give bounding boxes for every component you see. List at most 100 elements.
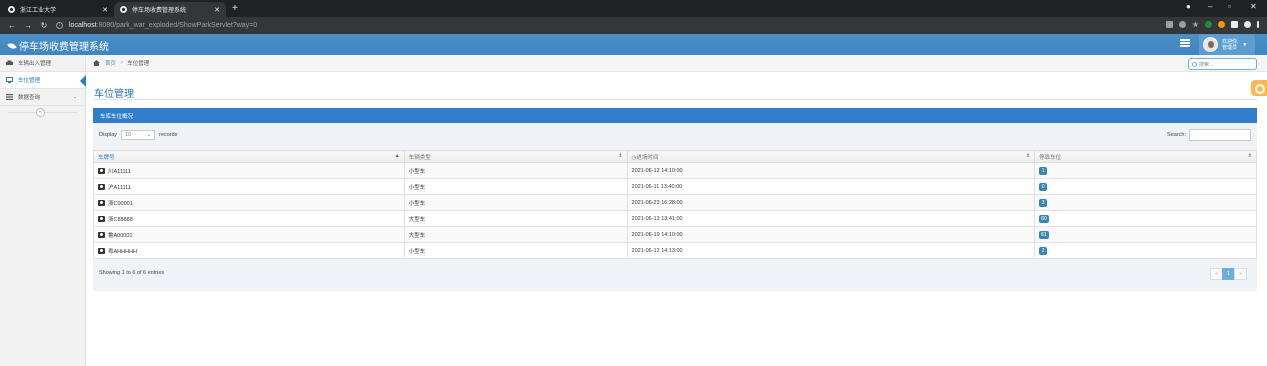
cell-spot: 80 — [1034, 210, 1257, 227]
leaf-icon — [7, 41, 17, 50]
app-navbar: 停车场收费管理系统 欢迎你, 管理员 ▼ — [0, 34, 1267, 55]
plate-text: 鲁A00001 — [108, 232, 133, 239]
brand-title: 停车场收费管理系统 — [19, 42, 109, 53]
pagination-next[interactable]: » — [1234, 268, 1247, 280]
breadcrumb-current: 车位管理 — [127, 61, 150, 67]
nav-search-input[interactable]: 搜索... — [1188, 58, 1257, 70]
column-label: 车牌号 — [98, 154, 115, 161]
extension-icons — [1166, 21, 1259, 28]
table-search-input[interactable] — [1189, 129, 1251, 141]
url-field[interactable]: i localhost :8080/park_war_exploded/Show… — [56, 19, 1178, 32]
breadcrumb: 首页 > 车位管理 — [86, 55, 1267, 72]
cell-type: 小型车 — [403, 178, 628, 195]
length-control: Display 10 ⌄ records — [99, 130, 177, 140]
info-icon[interactable]: i — [56, 22, 63, 29]
tab-favicon-icon — [8, 6, 15, 13]
cell-plate: 川A11111 — [93, 162, 405, 179]
column-header-entry-time[interactable]: ◷进场时间 ⇕ — [626, 150, 1036, 163]
chevron-down-icon: ⌄ — [72, 94, 77, 100]
extension-green-icon[interactable] — [1205, 21, 1212, 28]
back-icon[interactable]: ← — [8, 21, 16, 30]
breadcrumb-separator: > — [120, 60, 124, 66]
tab-close-icon[interactable]: ✕ — [102, 6, 108, 14]
table-row[interactable]: 川A11111 小型车 2021-06-12 14:10:00 1 — [93, 162, 1257, 179]
page-title: 车位管理 — [94, 89, 134, 100]
spot-badge: 3 — [1039, 198, 1048, 207]
table-row[interactable]: 鲁A00001 大型车 2021-06-19 14:10:00 81 — [93, 226, 1257, 243]
zoom-icon[interactable] — [1179, 21, 1186, 28]
menu-toggle-icon[interactable] — [1180, 39, 1190, 50]
column-header-spot[interactable]: 停靠车位 ⇕ — [1034, 150, 1257, 163]
spot-badge: 81 — [1039, 230, 1049, 239]
search-placeholder: 搜索... — [1199, 61, 1214, 68]
browser-tab-1[interactable]: 浙江工业大学 ✕ — [2, 2, 114, 17]
cell-type: 大型车 — [403, 226, 628, 243]
display-label: Display — [99, 132, 118, 138]
list-icon — [6, 94, 13, 100]
spot-badge: 0 — [1039, 182, 1048, 191]
sidebar-item-data-query[interactable]: 数据查询 ⌄ — [0, 89, 85, 106]
cell-time: 2021-06-19 14:10:00 — [626, 226, 1036, 243]
cell-time: 2021-06-13 13:41:00 — [626, 210, 1036, 227]
tab-close-icon[interactable]: ✕ — [214, 6, 220, 14]
reload-icon[interactable]: ↻ — [40, 21, 48, 30]
profile-icon[interactable] — [1244, 21, 1251, 28]
cell-spot: 2 — [1034, 242, 1257, 259]
monitor-icon — [6, 77, 13, 83]
spot-badge: 2 — [1039, 246, 1048, 255]
record-icon[interactable]: ● — [1186, 2, 1191, 11]
table-search: Search: — [1167, 129, 1251, 141]
column-header-plate[interactable]: 车牌号 ▲ — [93, 150, 405, 163]
sort-icon: ⇕ — [1247, 153, 1252, 159]
sidebar-item-vehicle-access[interactable]: 车辆出入管理 — [0, 55, 85, 72]
browser-tab-2[interactable]: 停车场收费管理系统 ✕ — [114, 2, 226, 17]
settings-gear-icon[interactable] — [1251, 80, 1267, 96]
bookmark-star-icon[interactable] — [1192, 21, 1199, 28]
url-host: localhost — [69, 22, 97, 29]
user-menu[interactable]: 欢迎你, 管理员 ▼ — [1199, 34, 1255, 55]
new-tab-icon[interactable]: + — [232, 2, 238, 15]
address-bar: ← → ↻ i localhost :8080/park_war_explode… — [0, 17, 1267, 34]
forward-icon[interactable]: → — [24, 21, 32, 30]
cell-type: 大型车 — [403, 210, 628, 227]
avatar — [1203, 37, 1218, 52]
cell-time: 2021-06-11 13:40:00 — [626, 178, 1036, 195]
sidebar-item-label: 数据查询 — [18, 95, 41, 101]
puzzle-icon[interactable] — [1231, 21, 1238, 28]
cell-plate: 鲁A00001 — [93, 226, 405, 243]
sidebar-item-parking-spaces[interactable]: 车位管理 — [0, 72, 86, 89]
double-chevron-left-icon[interactable]: « — [36, 108, 45, 117]
sort-asc-icon: ▲ — [394, 153, 400, 159]
maximize-icon[interactable]: ▫ — [1228, 2, 1231, 11]
pagination: « 1 » — [1210, 268, 1247, 280]
records-per-page-select[interactable]: 10 ⌄ — [121, 130, 156, 140]
table-row[interactable]: 沪A11111 小型车 2021-06-11 13:40:00 0 — [93, 178, 1257, 195]
widget-body: Display 10 ⌄ records Search: 车牌号 ▲ 车辆类型 ⇕ … — [93, 123, 1257, 291]
page-header-divider — [93, 99, 1257, 100]
tab-title: 浙江工业大学 — [20, 8, 57, 14]
minimize-icon[interactable]: – — [1208, 2, 1212, 11]
camera-icon — [98, 183, 105, 190]
cell-time: 2021-06-12 14:10:00 — [626, 162, 1036, 179]
url-path: :8080/park_war_exploded/ShowParkServlet?… — [96, 22, 258, 29]
translate-icon[interactable] — [1166, 21, 1173, 28]
table-row[interactable]: 浙C88888 大型车 2021-06-13 13:41:00 80 — [93, 210, 1257, 227]
cell-plate: 沪A11111 — [93, 178, 405, 195]
search-label: Search: — [1167, 132, 1186, 138]
brand[interactable]: 停车场收费管理系统 — [7, 38, 109, 53]
sidebar-item-label: 车辆出入管理 — [18, 61, 52, 67]
cell-plate: 浙C00001 — [93, 194, 405, 211]
breadcrumb-home[interactable]: 首页 — [105, 59, 116, 67]
camera-icon — [98, 199, 105, 206]
cell-spot: 1 — [1034, 162, 1257, 179]
more-menu-icon[interactable] — [1257, 21, 1259, 28]
table-row[interactable]: 浙C00001 小型车 2021-06-23 16:28:00 3 — [93, 194, 1257, 211]
table-row[interactable]: 粤AHHHHH 小型车 2021-06-12 14:13:00 2 — [93, 242, 1257, 259]
widget-title: 车库车位概况 — [100, 113, 134, 120]
extension-orange-icon[interactable] — [1218, 21, 1225, 28]
plate-text: 川A11111 — [108, 168, 131, 175]
window-close-icon[interactable]: ✕ — [1250, 2, 1257, 11]
column-header-type[interactable]: 车辆类型 ⇕ — [403, 150, 628, 163]
column-label: 停靠车位 — [1039, 154, 1062, 161]
cell-spot: 3 — [1034, 194, 1257, 211]
